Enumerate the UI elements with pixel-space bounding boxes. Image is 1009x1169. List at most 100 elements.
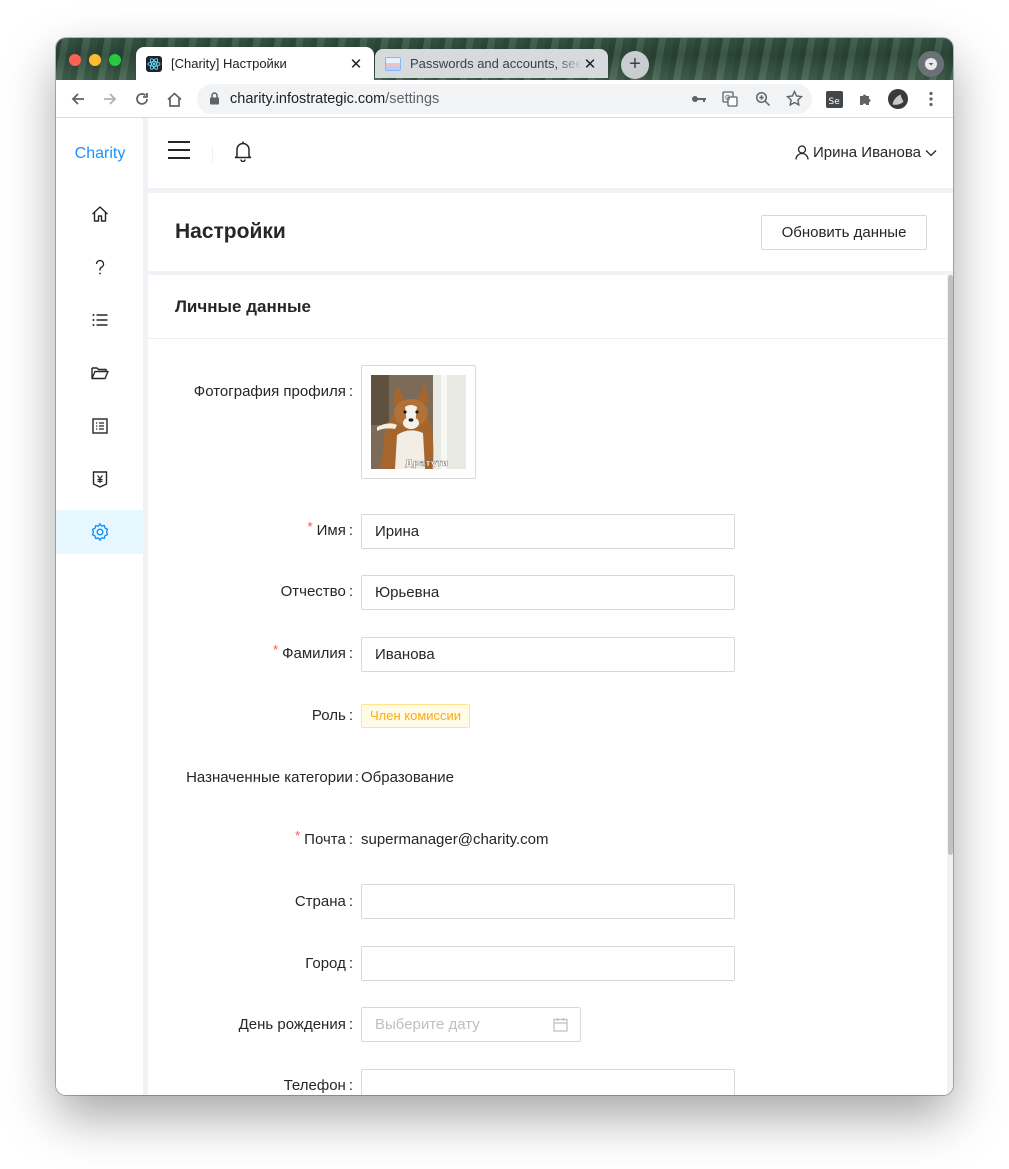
close-window-button[interactable] bbox=[69, 54, 81, 66]
last-name-label-text: Фамилия bbox=[282, 645, 346, 662]
tab-strip: [Charity] Настройки ✕ Passwords and acco… bbox=[56, 38, 953, 80]
home-icon bbox=[92, 206, 108, 222]
image-favicon-icon bbox=[385, 56, 401, 71]
user-name: Ирина Иванова bbox=[813, 144, 921, 161]
phone-label-text: Телефон bbox=[283, 1077, 346, 1094]
tab-passwords[interactable]: Passwords and accounts, seed ✕ bbox=[375, 49, 608, 78]
user-avatar-icon[interactable] bbox=[888, 89, 908, 109]
email-value: supermanager@charity.com bbox=[361, 831, 549, 848]
photo-caption: Дратути bbox=[405, 459, 448, 469]
url-path: /settings bbox=[385, 91, 440, 107]
sidebar-item-help[interactable] bbox=[56, 245, 144, 289]
country-input[interactable] bbox=[361, 884, 735, 919]
photo-label: Фотография профиля: bbox=[193, 383, 353, 400]
bell-icon[interactable] bbox=[234, 140, 252, 167]
forward-arrow-icon[interactable] bbox=[100, 89, 120, 109]
categories-value: Образование bbox=[361, 769, 454, 786]
window-controls bbox=[69, 54, 121, 66]
tab-search-button[interactable] bbox=[918, 51, 944, 77]
home-page-icon[interactable] bbox=[164, 89, 184, 109]
profile-photo: Дратути bbox=[371, 375, 466, 469]
chevron-down-icon bbox=[925, 149, 937, 156]
react-favicon-icon bbox=[146, 55, 162, 72]
brand-logo[interactable]: Charity bbox=[56, 145, 144, 163]
card-header: Личные данные bbox=[148, 275, 947, 339]
city-input[interactable] bbox=[361, 946, 735, 981]
phone-input[interactable] bbox=[361, 1069, 735, 1095]
browser-toolbar: charity.infostrategic.com/settings G Se bbox=[56, 80, 953, 118]
extensions-puzzle-icon[interactable] bbox=[856, 89, 876, 109]
zoom-icon[interactable] bbox=[755, 91, 771, 112]
middle-name-input[interactable] bbox=[361, 575, 735, 610]
birthday-datepicker[interactable]: Выберите дату bbox=[361, 1007, 581, 1042]
phone-label: Телефон: bbox=[283, 1077, 353, 1094]
money-collect-icon bbox=[92, 471, 108, 488]
tab-title: Passwords and accounts, seed bbox=[410, 56, 582, 71]
browser-menu-icon[interactable] bbox=[921, 89, 941, 109]
top-header: Ирина Иванова bbox=[148, 118, 953, 188]
last-name-input[interactable] bbox=[361, 637, 735, 672]
translate-icon[interactable]: G bbox=[722, 91, 738, 112]
first-name-label: * Имя: bbox=[307, 519, 353, 539]
profile-photo-upload[interactable]: Дратути bbox=[361, 365, 476, 479]
role-label: Роль: bbox=[311, 707, 353, 724]
header-divider bbox=[212, 146, 213, 162]
app-container: Charity Ирина Иванова Настройки Обновить… bbox=[56, 118, 953, 1095]
lock-icon[interactable] bbox=[209, 92, 220, 110]
user-menu[interactable]: Ирина Иванова bbox=[795, 144, 937, 161]
browser-window: [Charity] Настройки ✕ Passwords and acco… bbox=[56, 38, 953, 1095]
bookmark-star-icon[interactable] bbox=[785, 89, 804, 112]
sidebar-item-settings[interactable] bbox=[56, 510, 144, 554]
sidebar-item-home[interactable] bbox=[56, 192, 144, 236]
url-text: charity.infostrategic.com/settings bbox=[230, 91, 439, 107]
role-label-text: Роль bbox=[311, 707, 346, 724]
personal-data-card: Личные данные Фотография профиля: Дратут… bbox=[148, 275, 947, 1095]
zoom-window-button[interactable] bbox=[109, 54, 121, 66]
chevron-down-icon bbox=[925, 58, 937, 70]
categories-label: Назначенные категории: bbox=[186, 769, 359, 786]
page-scrollbar[interactable] bbox=[948, 275, 953, 855]
sidebar-item-profile[interactable] bbox=[56, 404, 144, 448]
new-tab-button[interactable]: + bbox=[621, 51, 649, 79]
reload-icon[interactable] bbox=[132, 89, 152, 109]
photo-label-text: Фотография профиля bbox=[193, 383, 346, 400]
city-label: Город: bbox=[305, 955, 353, 972]
setting-icon bbox=[91, 523, 109, 541]
middle-name-label: Отчество: bbox=[280, 583, 353, 600]
minimize-window-button[interactable] bbox=[89, 54, 101, 66]
profile-icon bbox=[92, 418, 108, 434]
country-label: Страна: bbox=[294, 893, 353, 910]
selenium-extension-icon[interactable]: Se bbox=[824, 89, 844, 109]
first-name-label-text: Имя bbox=[316, 522, 346, 539]
key-icon[interactable] bbox=[691, 92, 707, 111]
question-icon bbox=[95, 259, 105, 275]
back-arrow-icon[interactable] bbox=[68, 89, 88, 109]
url-host: charity.infostrategic.com bbox=[230, 91, 386, 107]
menu-toggle-icon[interactable] bbox=[168, 140, 190, 160]
last-name-label: * Фамилия: bbox=[273, 642, 353, 662]
sidebar-item-payments[interactable] bbox=[56, 457, 144, 501]
user-icon bbox=[795, 145, 809, 160]
sidebar-item-folder[interactable] bbox=[56, 351, 144, 395]
folder-open-icon bbox=[91, 367, 109, 380]
city-label-text: Город bbox=[305, 955, 346, 972]
svg-text:G: G bbox=[725, 94, 730, 102]
address-bar[interactable]: charity.infostrategic.com/settings G bbox=[197, 84, 812, 114]
role-tag: Член комиссии bbox=[361, 704, 471, 728]
close-tab-icon[interactable]: ✕ bbox=[582, 55, 598, 73]
close-tab-icon[interactable]: ✕ bbox=[348, 55, 364, 73]
list-icon bbox=[92, 314, 108, 326]
datepicker-placeholder: Выберите дату bbox=[375, 1016, 480, 1033]
page-title: Настройки bbox=[175, 220, 286, 243]
section-title: Личные данные bbox=[175, 297, 311, 316]
country-label-text: Страна bbox=[294, 893, 346, 910]
tab-title: [Charity] Настройки bbox=[171, 56, 287, 71]
required-mark: * bbox=[295, 828, 301, 843]
first-name-input[interactable] bbox=[361, 514, 735, 549]
refresh-data-button[interactable]: Обновить данные bbox=[761, 215, 927, 250]
email-label: * Почта: bbox=[295, 828, 353, 848]
sidebar-item-list[interactable] bbox=[56, 298, 144, 342]
calendar-icon[interactable] bbox=[553, 1017, 568, 1037]
tab-charity-settings[interactable]: [Charity] Настройки ✕ bbox=[136, 47, 374, 80]
sidebar: Charity bbox=[56, 118, 144, 1095]
